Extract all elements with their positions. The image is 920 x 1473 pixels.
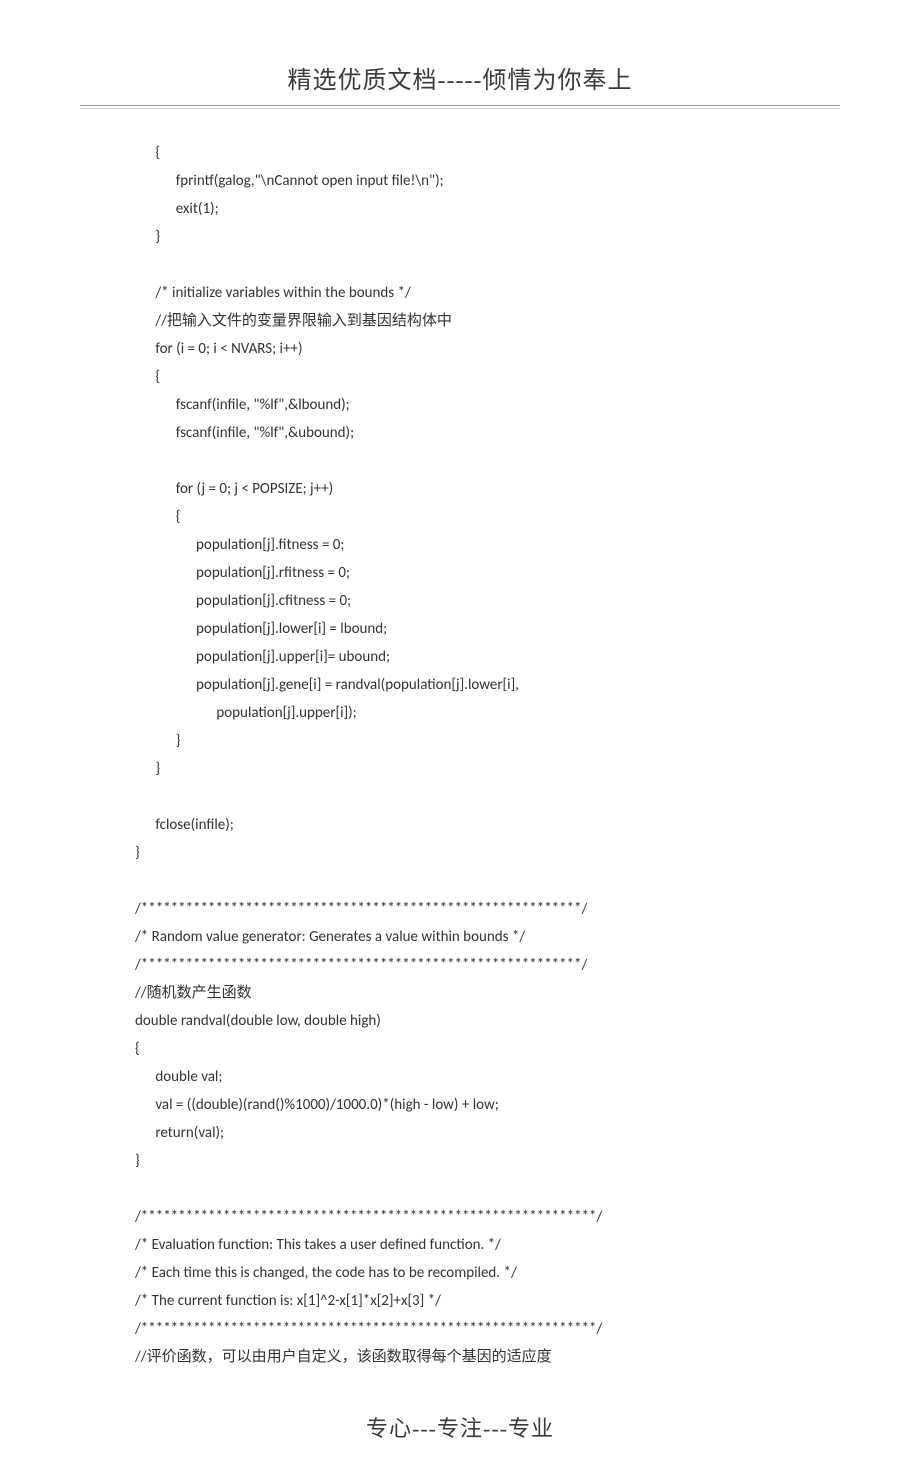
code-content: { fprintf(galog,"\nCannot open input fil… <box>0 139 920 1371</box>
page-footer: 专心---专注---专业 <box>0 1411 920 1443</box>
page-header: 精选优质文档-----倾情为你奉上 <box>0 60 920 95</box>
header-divider <box>80 105 840 109</box>
document-page: 精选优质文档-----倾情为你奉上 { fprintf(galog,"\nCan… <box>0 0 920 1473</box>
